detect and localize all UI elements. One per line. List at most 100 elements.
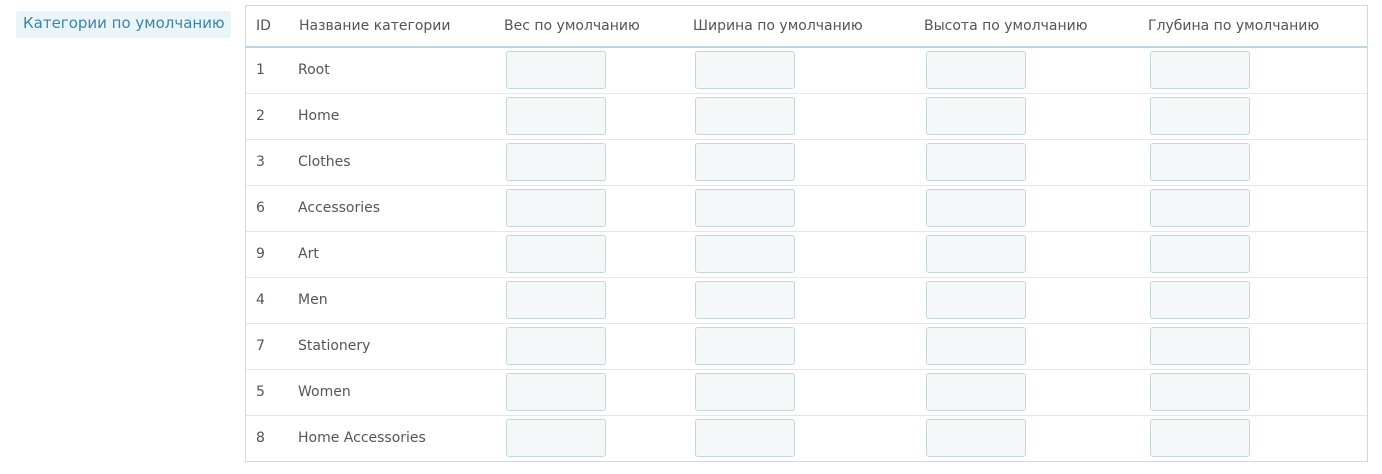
header-id: ID — [246, 6, 289, 48]
weight-cell — [494, 47, 683, 94]
weight-input[interactable] — [506, 281, 606, 319]
table-header: ID Название категории Вес по умолчанию Ш… — [246, 6, 1367, 48]
depth-input[interactable] — [1150, 281, 1250, 319]
height-input[interactable] — [926, 51, 1026, 90]
row-id: 2 — [246, 93, 289, 140]
row-category-name: Home — [289, 93, 494, 140]
header-default-weight: Вес по умолчанию — [494, 6, 683, 48]
weight-cell — [494, 231, 683, 278]
depth-cell — [1138, 185, 1367, 232]
weight-input[interactable] — [506, 97, 606, 135]
height-input[interactable] — [926, 327, 1026, 365]
width-input[interactable] — [695, 327, 795, 365]
depth-cell — [1138, 323, 1367, 370]
header-default-width: Ширина по умолчанию — [683, 6, 914, 48]
width-cell — [683, 93, 914, 140]
depth-input[interactable] — [1150, 419, 1250, 458]
table-row: 7 Stationery — [246, 323, 1367, 370]
width-cell — [683, 277, 914, 324]
height-cell — [914, 277, 1138, 324]
row-id: 1 — [246, 47, 289, 94]
row-id: 3 — [246, 139, 289, 186]
row-category-name: Root — [289, 47, 494, 94]
header-default-depth: Глубина по умолчанию — [1138, 6, 1367, 48]
depth-input[interactable] — [1150, 373, 1250, 411]
height-input[interactable] — [926, 373, 1026, 411]
width-input[interactable] — [695, 373, 795, 411]
weight-cell — [494, 415, 683, 461]
depth-cell — [1138, 415, 1367, 461]
weight-cell — [494, 277, 683, 324]
height-cell — [914, 231, 1138, 278]
width-input[interactable] — [695, 97, 795, 135]
table-body: 1 Root 2 Home 3 Clothes 6 Accessories 9 … — [246, 47, 1367, 461]
weight-input[interactable] — [506, 373, 606, 411]
height-cell — [914, 185, 1138, 232]
depth-input[interactable] — [1150, 235, 1250, 273]
depth-cell — [1138, 231, 1367, 278]
weight-input[interactable] — [506, 143, 606, 181]
row-category-name: Stationery — [289, 323, 494, 370]
depth-input[interactable] — [1150, 51, 1250, 90]
height-input[interactable] — [926, 419, 1026, 458]
width-cell — [683, 415, 914, 461]
row-id: 5 — [246, 369, 289, 416]
height-cell — [914, 139, 1138, 186]
width-cell — [683, 139, 914, 186]
weight-input[interactable] — [506, 235, 606, 273]
table-row: 9 Art — [246, 231, 1367, 278]
width-input[interactable] — [695, 143, 795, 181]
row-id: 4 — [246, 277, 289, 324]
depth-input[interactable] — [1150, 143, 1250, 181]
header-default-height: Высота по умолчанию — [914, 6, 1138, 48]
width-input[interactable] — [695, 189, 795, 227]
weight-cell — [494, 93, 683, 140]
depth-cell — [1138, 47, 1367, 94]
header-category-name: Название категории — [289, 6, 494, 48]
height-cell — [914, 93, 1138, 140]
height-input[interactable] — [926, 143, 1026, 181]
height-input[interactable] — [926, 189, 1026, 227]
row-id: 7 — [246, 323, 289, 370]
depth-input[interactable] — [1150, 327, 1250, 365]
width-input[interactable] — [695, 235, 795, 273]
weight-input[interactable] — [506, 51, 606, 90]
header-row: ID Название категории Вес по умолчанию Ш… — [246, 6, 1367, 48]
depth-cell — [1138, 139, 1367, 186]
table-row: 8 Home Accessories — [246, 415, 1367, 461]
row-id: 9 — [246, 231, 289, 278]
weight-cell — [494, 185, 683, 232]
weight-cell — [494, 369, 683, 416]
weight-input[interactable] — [506, 189, 606, 227]
weight-cell — [494, 139, 683, 186]
height-cell — [914, 415, 1138, 461]
depth-input[interactable] — [1150, 97, 1250, 135]
width-input[interactable] — [695, 281, 795, 319]
weight-input[interactable] — [506, 327, 606, 365]
table-row: 2 Home — [246, 93, 1367, 140]
width-cell — [683, 369, 914, 416]
table-row: 5 Women — [246, 369, 1367, 416]
row-category-name: Art — [289, 231, 494, 278]
categories-table: ID Название категории Вес по умолчанию Ш… — [246, 6, 1367, 461]
depth-input[interactable] — [1150, 189, 1250, 227]
height-input[interactable] — [926, 235, 1026, 273]
height-input[interactable] — [926, 281, 1026, 319]
width-input[interactable] — [695, 419, 795, 458]
width-cell — [683, 185, 914, 232]
weight-input[interactable] — [506, 419, 606, 458]
width-cell — [683, 323, 914, 370]
default-categories-page: Категории по умолчанию ID Название катег… — [0, 0, 1382, 474]
width-cell — [683, 231, 914, 278]
row-category-name: Men — [289, 277, 494, 324]
row-id: 8 — [256, 430, 265, 447]
row-category-name: Clothes — [289, 139, 494, 186]
height-input[interactable] — [926, 97, 1026, 135]
height-cell — [914, 323, 1138, 370]
width-input[interactable] — [695, 51, 795, 90]
table-row: 4 Men — [246, 277, 1367, 324]
table-row: 3 Clothes — [246, 139, 1367, 186]
height-cell — [914, 369, 1138, 416]
depth-cell — [1138, 93, 1367, 140]
depth-cell — [1138, 369, 1367, 416]
